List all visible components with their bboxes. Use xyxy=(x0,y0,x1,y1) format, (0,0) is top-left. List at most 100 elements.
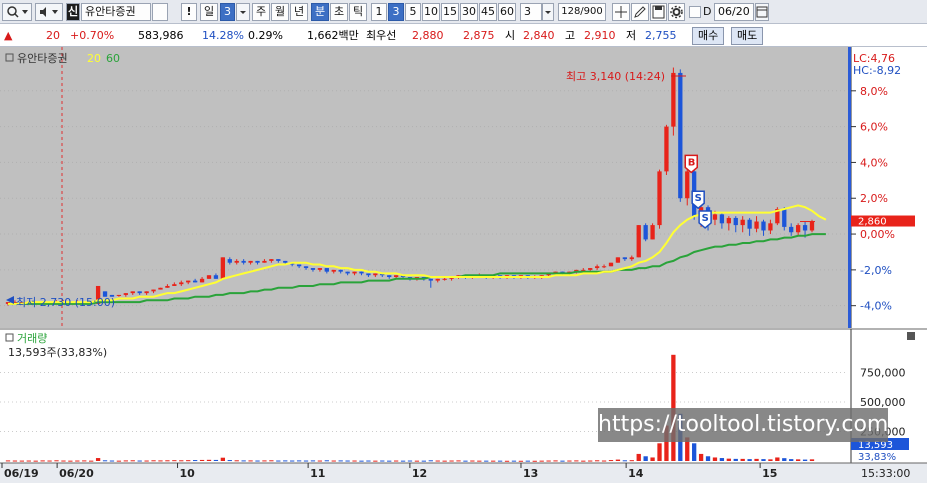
draw-tool-button[interactable] xyxy=(631,3,649,21)
volume-bar xyxy=(775,457,780,461)
period-tick-button[interactable]: 틱 xyxy=(349,3,367,21)
market-badge[interactable]: 신 xyxy=(66,3,80,21)
candle-up xyxy=(179,282,184,285)
save-button[interactable] xyxy=(650,3,667,21)
volume-bar xyxy=(657,443,662,461)
candle-up xyxy=(220,257,226,279)
candle-down xyxy=(622,257,628,260)
period-week-button[interactable]: 주 xyxy=(252,3,270,21)
volume-bar xyxy=(123,460,128,462)
interval-dropdown-arrow[interactable] xyxy=(542,3,554,21)
date-field[interactable]: 06/20 xyxy=(714,3,754,21)
calendar-button[interactable] xyxy=(755,3,769,21)
volume-bar xyxy=(594,460,600,462)
candle-up xyxy=(740,219,745,226)
candle-up xyxy=(615,257,621,263)
buy-button[interactable]: 매수 xyxy=(692,27,725,45)
interval-button-45[interactable]: 45 xyxy=(479,3,497,21)
volume-bar xyxy=(650,457,655,461)
volume-bar xyxy=(387,460,392,462)
best-bid-label: 최우선 xyxy=(366,29,397,42)
volume-bar xyxy=(220,457,226,461)
candle-down xyxy=(338,269,343,272)
volume-bar xyxy=(331,460,336,462)
search-dropdown[interactable] xyxy=(2,3,32,21)
save-icon xyxy=(652,5,665,19)
candle-down xyxy=(283,260,288,263)
cursor-tool-button[interactable] xyxy=(612,3,630,21)
volume-bar xyxy=(407,460,413,462)
volume-bar xyxy=(574,460,579,462)
period-minute-button[interactable]: 분 xyxy=(311,3,329,21)
volume-bar xyxy=(400,460,406,462)
volume-bar xyxy=(283,460,288,462)
period-year-button[interactable]: 년 xyxy=(290,3,308,21)
volume-bar xyxy=(414,460,420,462)
volume-bar xyxy=(116,460,122,462)
volume-bar xyxy=(172,460,177,462)
interval-input[interactable]: 3 xyxy=(520,3,542,21)
d-label: D xyxy=(703,5,712,18)
price-tick-label: 0,00% xyxy=(860,228,895,241)
interval-button-60[interactable]: 60 xyxy=(498,3,516,21)
volume-bar xyxy=(47,460,52,462)
sell-button[interactable]: 매도 xyxy=(731,27,764,45)
period-month-button[interactable]: 월 xyxy=(271,3,289,21)
date-checkbox[interactable] xyxy=(689,6,701,18)
open-price: 2,840 xyxy=(523,29,555,42)
candle-down xyxy=(345,271,350,274)
stock-name-field[interactable]: 유안타증권 xyxy=(81,3,151,21)
volume-title: 거래량 xyxy=(17,332,47,345)
volume-bar xyxy=(491,460,496,462)
candle-down xyxy=(227,259,232,263)
interval-button-10[interactable]: 10 xyxy=(422,3,440,21)
volume-bar xyxy=(296,460,302,462)
candle-down xyxy=(241,260,246,263)
candle-up xyxy=(151,289,156,292)
candle-up xyxy=(636,225,641,258)
period-day-button[interactable]: 일 xyxy=(200,3,218,21)
volume-bar xyxy=(428,460,433,462)
volume-bar xyxy=(692,443,697,461)
candle-down xyxy=(310,268,316,270)
time-axis-label: 10 xyxy=(180,467,196,480)
signal-label: B xyxy=(688,157,696,168)
volume-close-icon[interactable] xyxy=(907,332,915,340)
settings-button[interactable] xyxy=(668,3,685,21)
volume-bar xyxy=(213,459,219,461)
volume-bar xyxy=(5,460,11,462)
candle-down xyxy=(324,268,329,272)
volume-bar xyxy=(768,459,773,461)
volume-value-label: 13,593주(33,83%) xyxy=(8,346,107,359)
volume-bar xyxy=(581,460,586,462)
interval-button-15[interactable]: 15 xyxy=(441,3,459,21)
toolbar: 신 유안타증권 ! 일 3 주 월 년 분 초 틱 1 3 5 10 15 30… xyxy=(0,0,927,24)
volume-bar xyxy=(435,460,440,462)
chevron-down-icon xyxy=(240,11,246,14)
count-field[interactable]: 128/900 xyxy=(558,3,606,21)
volume-percent: 14.28% xyxy=(202,29,244,42)
interval-button-1[interactable]: 1 xyxy=(371,3,387,21)
price-tick-label: 8,0% xyxy=(860,85,888,98)
low-label: 저 xyxy=(626,29,637,42)
volume-bar xyxy=(484,460,489,462)
legend-ma60: 60 xyxy=(106,52,120,65)
alert-button[interactable]: ! xyxy=(181,3,197,21)
current-volume-pct: 33,83% xyxy=(858,452,896,463)
volume-bar xyxy=(102,460,108,462)
interval-button-3[interactable]: 3 xyxy=(388,3,404,21)
candle-up xyxy=(331,269,336,272)
period-number[interactable]: 3 xyxy=(220,3,235,21)
volume-bar xyxy=(470,460,475,462)
speaker-dropdown[interactable] xyxy=(35,3,63,21)
volume-bar xyxy=(705,456,711,461)
price-tick-label: 2,0% xyxy=(860,192,888,205)
candle-down xyxy=(255,260,260,263)
period-second-button[interactable]: 초 xyxy=(330,3,348,21)
volume-bar xyxy=(165,460,170,462)
interval-button-30[interactable]: 30 xyxy=(460,3,478,21)
interval-button-5[interactable]: 5 xyxy=(405,3,421,21)
chart-type-checkbox[interactable] xyxy=(152,3,168,21)
period-dropdown-arrow[interactable] xyxy=(236,3,250,21)
volume-bar xyxy=(629,460,634,462)
